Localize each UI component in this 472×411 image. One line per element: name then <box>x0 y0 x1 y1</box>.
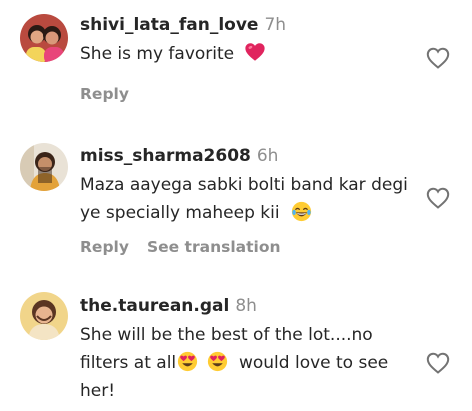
comment-text-part: She is my favorite <box>80 44 235 64</box>
comment-time: 8h <box>235 296 257 316</box>
comment-text: She will be the best of the lot....no fi… <box>80 321 410 405</box>
see-translation-button[interactable]: See translation <box>147 238 281 256</box>
comment-text-part: Maza aayega sabki bolti band kar degi ye… <box>80 175 408 223</box>
comment-time: 7h <box>264 15 287 35</box>
heart-outline-icon[interactable] <box>426 47 450 69</box>
heart-outline-icon[interactable] <box>426 187 450 209</box>
reply-button[interactable]: Reply <box>80 85 129 103</box>
avatar[interactable] <box>20 143 68 191</box>
comment-actions: Reply See translation <box>80 238 299 256</box>
heart-outline-icon[interactable] <box>426 352 450 374</box>
comment-text: Maza aayega sabki bolti band kar degi ye… <box>80 171 410 227</box>
comment-actions: Reply <box>80 85 147 103</box>
comment-username[interactable]: the.taurean.gal <box>80 296 229 316</box>
avatar[interactable] <box>20 14 68 62</box>
tears-of-joy-emoji-icon <box>291 201 312 222</box>
comment-username[interactable]: shivi_lata_fan_love <box>80 15 258 35</box>
heart-eyes-emoji-icon <box>178 351 198 372</box>
red-heart-emoji-icon <box>244 43 265 61</box>
comment-text: She is my favorite <box>80 40 426 68</box>
avatar[interactable] <box>20 292 68 340</box>
comment-username[interactable]: miss_sharma2608 <box>80 146 251 166</box>
reply-button[interactable]: Reply <box>80 238 129 256</box>
heart-eyes-emoji-icon <box>207 351 227 372</box>
comment-time: 6h <box>256 146 279 166</box>
